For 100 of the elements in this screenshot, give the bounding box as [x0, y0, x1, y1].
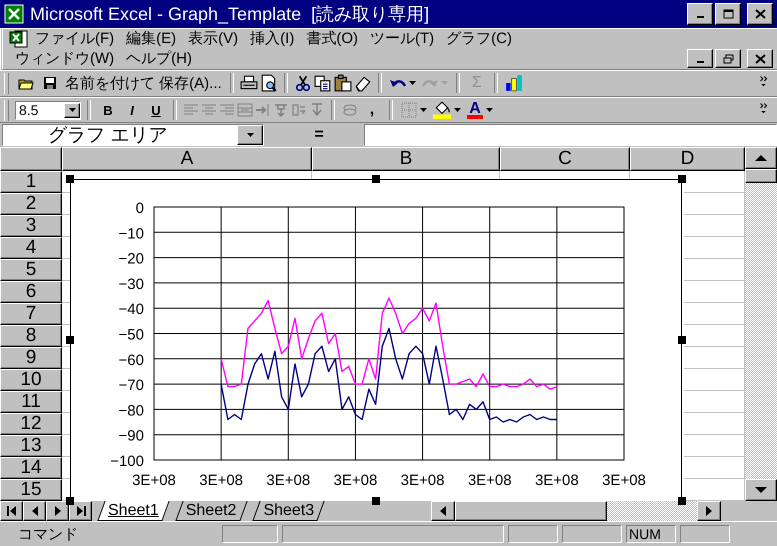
eraser-icon[interactable] — [354, 74, 372, 92]
table-cell[interactable] — [684, 369, 745, 392]
table-cell[interactable] — [684, 215, 745, 238]
table-cell[interactable] — [684, 413, 745, 436]
selection-handle[interactable] — [678, 497, 686, 506]
column-header[interactable]: A — [62, 147, 312, 172]
axis-label: −30 — [118, 276, 144, 294]
table-cell[interactable] — [684, 171, 745, 194]
bold-button[interactable]: B — [97, 99, 119, 122]
select-all-button[interactable] — [0, 147, 62, 172]
row-header[interactable]: 13 — [0, 435, 62, 458]
row-header[interactable]: 12 — [0, 413, 62, 436]
dropdown-button[interactable] — [64, 102, 80, 118]
menu-item[interactable]: グラフ(C) — [440, 29, 518, 48]
row-header[interactable]: 6 — [0, 281, 62, 304]
table-cell[interactable] — [684, 435, 745, 458]
merge-cells-icon[interactable] — [237, 102, 253, 118]
table-cell[interactable] — [684, 457, 745, 480]
name-box[interactable]: グラフ エリア — [2, 124, 264, 146]
comma-style-button[interactable]: , — [361, 99, 383, 122]
row-header[interactable]: 11 — [0, 391, 62, 414]
cut-icon[interactable] — [294, 74, 312, 92]
minimize-button[interactable] — [687, 49, 713, 68]
selection-handle[interactable] — [372, 497, 380, 506]
paste-icon[interactable] — [334, 74, 352, 92]
column-header[interactable]: D — [630, 147, 745, 172]
sheet-tab[interactable]: Sheet1 — [96, 501, 171, 522]
previous-sheet-button[interactable] — [23, 501, 46, 522]
caret-icon — [440, 81, 448, 86]
row-header[interactable]: 8 — [0, 325, 62, 348]
column-header[interactable]: B — [312, 147, 500, 172]
chart-area[interactable]: 0 −10 −20 −30 −40 −50 −60 −70 −80 −90 −100 3E+08 3E+08 3E+08 3E+08 3E+08 3E+08 3E+08 3E+08 — [70, 179, 682, 502]
maximize-button[interactable] — [715, 2, 741, 25]
sheet-tab[interactable]: Sheet3 — [251, 501, 326, 522]
selection-handle[interactable] — [678, 175, 686, 184]
table-cell[interactable] — [684, 479, 745, 502]
row-header[interactable]: 1 — [0, 171, 62, 194]
table-cell[interactable] — [684, 325, 745, 348]
row-header[interactable]: 4 — [0, 237, 62, 260]
scroll-left-button[interactable] — [431, 501, 455, 522]
menu-item[interactable]: ファイル(F) — [29, 29, 120, 48]
axis-label: −10 — [118, 226, 144, 243]
selection-handle[interactable] — [66, 497, 74, 506]
table-cell[interactable] — [684, 281, 745, 304]
selection-handle[interactable] — [66, 175, 74, 184]
menu-item[interactable]: ツール(T) — [364, 29, 440, 48]
row-header[interactable]: 15 — [0, 479, 62, 502]
left-arrow-icon — [440, 506, 446, 516]
close-button[interactable] — [747, 49, 773, 68]
menu-item[interactable]: 表示(V) — [182, 29, 244, 48]
dropdown-button[interactable] — [237, 125, 263, 146]
minimize-button[interactable] — [687, 2, 713, 25]
column-header[interactable]: C — [500, 147, 630, 172]
print-preview-icon[interactable] — [260, 74, 278, 92]
fill-color-button[interactable] — [431, 99, 463, 122]
scroll-up-button[interactable] — [745, 147, 777, 170]
table-cell[interactable] — [684, 193, 745, 216]
font-color-button[interactable]: A — [465, 99, 495, 122]
menu-item[interactable]: 書式(O) — [300, 29, 364, 48]
row-header[interactable]: 5 — [0, 259, 62, 282]
status-text: コマンド — [17, 524, 79, 544]
font-size-field[interactable]: 8.5 — [15, 100, 81, 120]
menu-item[interactable]: ウィンドウ(W) — [9, 49, 120, 68]
bar-chart-icon[interactable] — [504, 74, 524, 92]
table-cell[interactable] — [684, 347, 745, 370]
row-header[interactable]: 14 — [0, 457, 62, 480]
row-header[interactable]: 9 — [0, 347, 62, 370]
menu-item[interactable]: ヘルプ(H) — [120, 49, 198, 68]
italic-button[interactable]: I — [121, 99, 143, 122]
restore-button[interactable] — [715, 49, 741, 68]
selection-handle[interactable] — [66, 336, 74, 344]
scroll-right-button[interactable] — [697, 501, 721, 522]
underline-button[interactable]: U — [145, 99, 167, 122]
menu-item[interactable]: 編集(E) — [120, 29, 182, 48]
selection-handle[interactable] — [678, 336, 686, 344]
table-cell[interactable] — [684, 391, 745, 414]
row-header[interactable]: 2 — [0, 193, 62, 216]
menu-item[interactable]: 挿入(I) — [244, 29, 300, 48]
close-button[interactable] — [747, 2, 773, 25]
scrollbar-thumb[interactable] — [745, 169, 777, 184]
formula-field[interactable] — [364, 124, 777, 146]
table-cell[interactable] — [684, 237, 745, 260]
sheet-tab[interactable]: Sheet2 — [174, 501, 248, 522]
last-sheet-button[interactable] — [69, 501, 92, 522]
table-cell[interactable] — [684, 303, 745, 326]
axis-label: −60 — [118, 352, 144, 370]
save-as-button[interactable]: 名前を付けて 保存(A)... — [63, 72, 224, 94]
row-header[interactable]: 3 — [0, 215, 62, 238]
scroll-down-button[interactable] — [745, 479, 777, 502]
row-header[interactable]: 10 — [0, 369, 62, 392]
selection-handle[interactable] — [372, 175, 380, 184]
spreadsheet-icon[interactable] — [4, 4, 24, 24]
table-cell[interactable] — [684, 259, 745, 282]
row-header[interactable]: 7 — [0, 303, 62, 326]
first-sheet-button[interactable] — [0, 501, 23, 522]
copy-icon[interactable] — [314, 74, 332, 92]
workbook-icon[interactable] — [9, 30, 29, 48]
num-lock-indicator: NUM — [626, 525, 676, 544]
next-sheet-button[interactable] — [46, 501, 69, 522]
scrollbar-thumb[interactable] — [455, 501, 607, 522]
